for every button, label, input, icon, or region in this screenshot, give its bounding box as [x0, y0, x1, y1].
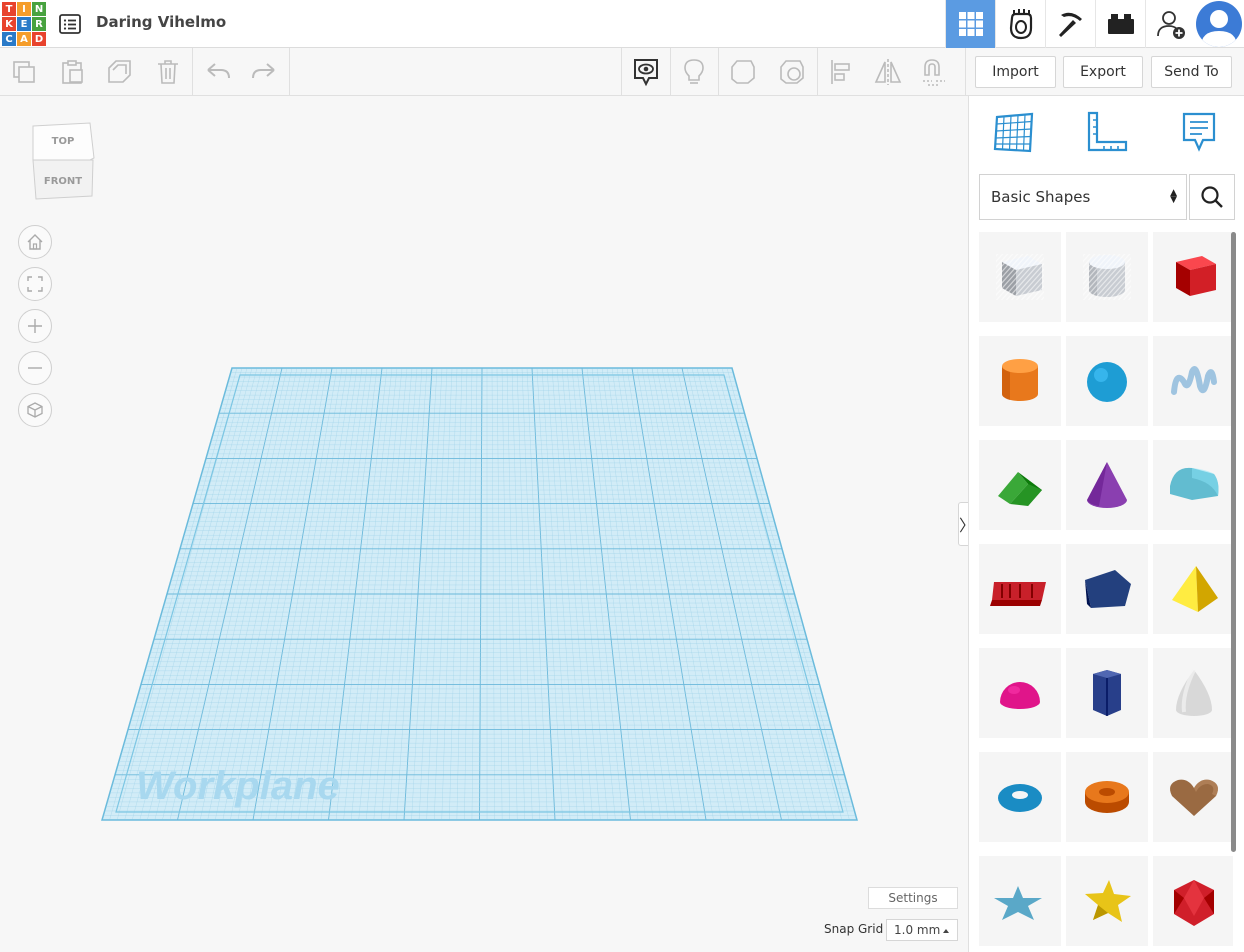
workplane-grid-icon[interactable]	[991, 110, 1035, 154]
cone-shape[interactable]	[1066, 440, 1148, 530]
lego-brick-icon[interactable]	[1095, 0, 1145, 48]
top-bar: TIN KER CAD Daring Vihelmo	[0, 0, 1244, 48]
star-yellow-shape[interactable]	[1066, 856, 1148, 946]
mirror-icon[interactable]	[872, 56, 904, 88]
shapes-scrollbar[interactable]	[1231, 232, 1236, 852]
show-notes-icon[interactable]	[630, 56, 662, 88]
logo-letter: K	[2, 17, 16, 31]
scribble-shape[interactable]	[1153, 336, 1233, 426]
snap-grid-select[interactable]: 1.0 mm	[886, 919, 958, 941]
shape-solid-icon[interactable]	[727, 56, 759, 88]
export-button[interactable]: Export	[1063, 56, 1143, 88]
user-avatar-icon[interactable]	[1196, 1, 1242, 47]
toolbar: Import Export Send To	[0, 48, 1244, 96]
fit-all-icon[interactable]	[18, 267, 52, 301]
3d-design-grid-icon[interactable]	[945, 0, 995, 48]
torus-shape[interactable]	[979, 752, 1061, 842]
snap-grid-label: Snap Grid	[824, 922, 884, 936]
shape-hole-icon[interactable]	[776, 56, 808, 88]
icosahedron-shape[interactable]	[1153, 856, 1233, 946]
logo-letter: R	[32, 17, 46, 31]
shape-category-value: Basic Shapes	[991, 188, 1091, 206]
updown-arrow-icon: ▲ ▼	[1170, 188, 1177, 205]
search-icon[interactable]	[1189, 174, 1235, 220]
shape-category-select[interactable]: Basic Shapes ▲ ▼	[979, 174, 1187, 220]
view-cube[interactable]: TOP FRONT	[30, 122, 96, 200]
tinkercad-logo[interactable]: TIN KER CAD	[2, 2, 46, 46]
paste-icon[interactable]	[56, 56, 88, 88]
logo-letter: E	[17, 17, 31, 31]
cylinder-shape[interactable]	[979, 336, 1061, 426]
ortho-view-icon[interactable]	[18, 393, 52, 427]
settings-button[interactable]: Settings	[868, 887, 958, 909]
text-shape[interactable]	[979, 544, 1061, 634]
pyramid-shape[interactable]	[1153, 544, 1233, 634]
workplane-canvas[interactable]: Workplane	[0, 96, 968, 952]
round-roof-shape[interactable]	[1153, 440, 1233, 530]
shapes-panel: Basic Shapes ▲ ▼	[968, 96, 1244, 952]
shapes-grid	[979, 232, 1233, 952]
roof-shape[interactable]	[979, 440, 1061, 530]
import-button[interactable]: Import	[975, 56, 1056, 88]
notes-icon[interactable]	[1177, 110, 1221, 154]
paraboloid-shape[interactable]	[1153, 648, 1233, 738]
invite-user-icon[interactable]	[1145, 0, 1195, 48]
ruler-icon[interactable]	[1085, 110, 1129, 154]
caret-up-icon	[943, 929, 949, 933]
viewcube-front-label[interactable]: FRONT	[44, 176, 82, 187]
logo-letter: N	[32, 2, 46, 16]
undo-icon[interactable]	[202, 56, 234, 88]
cylinder-hole-shape[interactable]	[1066, 232, 1148, 322]
redo-icon[interactable]	[248, 56, 280, 88]
tube-shape[interactable]	[1066, 752, 1148, 842]
half-sphere-shape[interactable]	[979, 648, 1061, 738]
send-to-button[interactable]: Send To	[1151, 56, 1232, 88]
polygon-shape[interactable]	[1066, 544, 1148, 634]
copy-icon[interactable]	[8, 56, 40, 88]
cruise-magnet-icon[interactable]	[919, 56, 951, 88]
circuits-icon[interactable]	[995, 0, 1045, 48]
home-view-icon[interactable]	[18, 225, 52, 259]
minecraft-pickaxe-icon[interactable]	[1045, 0, 1095, 48]
hexagonal-prism-shape[interactable]	[1066, 648, 1148, 738]
document-title[interactable]: Daring Vihelmo	[96, 13, 226, 31]
logo-letter: C	[2, 32, 16, 46]
delete-icon[interactable]	[152, 56, 184, 88]
star-shape[interactable]	[979, 856, 1061, 946]
logo-letter: A	[17, 32, 31, 46]
logo-letter: T	[2, 2, 16, 16]
workplane-label: Workplane	[136, 764, 340, 808]
duplicate-icon[interactable]	[104, 56, 136, 88]
logo-letter: I	[17, 2, 31, 16]
zoom-out-icon[interactable]	[18, 351, 52, 385]
align-icon[interactable]	[825, 56, 857, 88]
heart-shape[interactable]	[1153, 752, 1233, 842]
box-shape[interactable]	[1153, 232, 1233, 322]
box-hole-shape[interactable]	[979, 232, 1061, 322]
logo-letter: D	[32, 32, 46, 46]
design-list-icon[interactable]	[58, 12, 82, 36]
zoom-in-icon[interactable]	[18, 309, 52, 343]
light-bulb-icon[interactable]	[678, 56, 710, 88]
sphere-shape[interactable]	[1066, 336, 1148, 426]
viewcube-top-label[interactable]: TOP	[52, 136, 75, 147]
snap-grid-value: 1.0 mm	[894, 923, 941, 937]
